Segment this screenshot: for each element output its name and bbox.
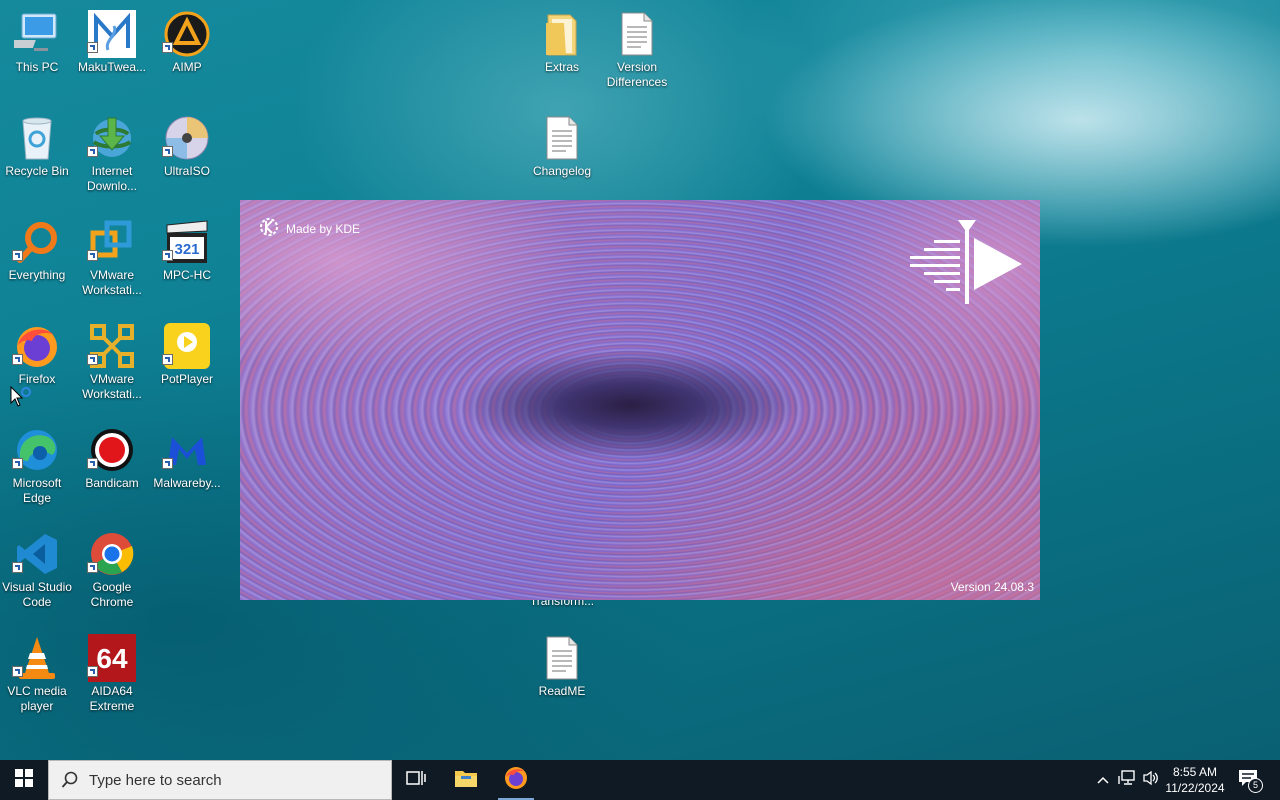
icon-label: Internet Downlo... xyxy=(86,164,138,193)
taskbar: Type here to search 8:55 AM 11/22/2024 5 xyxy=(0,760,1280,800)
text-document-icon xyxy=(538,634,586,682)
shortcut-arrow-icon xyxy=(87,146,98,157)
desktop-icon-edge[interactable]: Microsoft Edge xyxy=(0,418,74,518)
svg-text:64: 64 xyxy=(96,643,128,674)
show-hidden-icons-button[interactable] xyxy=(1092,760,1114,800)
chevron-up-icon xyxy=(1097,771,1109,789)
text-document-icon xyxy=(613,10,661,58)
shortcut-arrow-icon xyxy=(162,146,173,157)
icon-label: Visual Studio Code xyxy=(2,580,72,609)
desktop-icon-vlc[interactable]: VLC media player xyxy=(0,626,74,726)
shortcut-arrow-icon xyxy=(87,42,98,53)
shortcut-arrow-icon xyxy=(162,354,173,365)
shortcut-arrow-icon xyxy=(162,250,173,261)
desktop-icon-changelog[interactable]: Changelog xyxy=(525,106,599,206)
icon-label: UltraISO xyxy=(163,164,210,178)
icon-label: Version Differences xyxy=(606,60,668,89)
icon-label: Changelog xyxy=(532,164,592,178)
desktop-icon-chrome[interactable]: Google Chrome xyxy=(75,522,149,622)
desktop-icon-recycle-bin[interactable]: Recycle Bin xyxy=(0,106,74,206)
desktop-icon-makutweaker[interactable]: MakuTwea... xyxy=(75,2,149,102)
mouse-cursor-icon xyxy=(10,385,32,415)
icon-label: Recycle Bin xyxy=(5,164,69,178)
desktop-icon-vscode[interactable]: Visual Studio Code xyxy=(0,522,74,622)
desktop-icon-vmware-1[interactable]: VMware Workstati... xyxy=(75,210,149,310)
icon-label: AIMP xyxy=(172,60,202,74)
icon-label: VMware Workstati... xyxy=(82,372,142,401)
desktop-icon-vmware-2[interactable]: VMware Workstati... xyxy=(75,314,149,414)
task-view-button[interactable] xyxy=(392,760,440,800)
desktop-icon-mpchc[interactable]: 321 MPC-HC xyxy=(150,210,224,310)
desktop-icon-version-differences[interactable]: Version Differences xyxy=(600,2,674,102)
desktop-icon-readme[interactable]: ReadME xyxy=(525,626,599,726)
desktop-icon-aimp[interactable]: AIMP xyxy=(150,2,224,102)
shortcut-arrow-icon xyxy=(12,458,23,469)
desktop-icon-potplayer[interactable]: PotPlayer xyxy=(150,314,224,414)
windows-logo-icon xyxy=(15,768,33,792)
notification-icon: 5 xyxy=(1238,769,1263,793)
shortcut-arrow-icon xyxy=(87,562,98,573)
file-explorer-button[interactable] xyxy=(442,760,490,800)
shortcut-arrow-icon xyxy=(12,562,23,573)
icon-label: MakuTwea... xyxy=(77,60,147,74)
shortcut-arrow-icon xyxy=(162,458,173,469)
shortcut-arrow-icon xyxy=(87,354,98,365)
desktop-icon-bandicam[interactable]: Bandicam xyxy=(75,418,149,518)
firefox-icon xyxy=(504,766,528,795)
taskbar-clock[interactable]: 8:55 AM 11/22/2024 xyxy=(1158,760,1232,800)
desktop-icon-ultraiso[interactable]: UltraISO xyxy=(150,106,224,206)
network-button[interactable] xyxy=(1116,760,1138,800)
shortcut-arrow-icon xyxy=(12,354,23,365)
folder-icon xyxy=(538,10,586,58)
firefox-taskbar-button[interactable] xyxy=(492,760,540,800)
icon-label: This PC xyxy=(15,60,59,74)
action-center-button[interactable]: 5 xyxy=(1234,760,1264,800)
made-by-kde-badge: Made by KDE xyxy=(258,216,360,241)
desktop-icon-malwarebytes[interactable]: Malwareby... xyxy=(150,418,224,518)
desktop-icon-extras[interactable]: Extras xyxy=(525,2,599,102)
shortcut-arrow-icon xyxy=(12,666,23,677)
svg-text:321: 321 xyxy=(174,241,199,258)
clock-time: 8:55 AM xyxy=(1172,765,1218,779)
start-button[interactable] xyxy=(0,760,48,800)
icon-label: Google Chrome xyxy=(90,580,134,609)
shortcut-arrow-icon xyxy=(12,250,23,261)
shortcut-arrow-icon xyxy=(87,250,98,261)
text-document-icon xyxy=(538,114,586,162)
kdenlive-splash-screen: Made by KDE Version 24.08.3 xyxy=(240,200,1040,600)
shortcut-arrow-icon xyxy=(87,666,98,677)
clock-date: 11/22/2024 xyxy=(1165,781,1225,795)
desktop-icon-this-pc[interactable]: This PC xyxy=(0,2,74,102)
version-label: Version 24.08.3 xyxy=(950,580,1034,594)
icon-label: Firefox xyxy=(18,372,56,386)
icon-label: PotPlayer xyxy=(160,372,214,386)
recycle-bin-icon xyxy=(13,114,61,162)
made-by-kde-text: Made by KDE xyxy=(286,221,361,236)
taskbar-search-box[interactable]: Type here to search xyxy=(48,760,392,800)
desktop-icon-everything[interactable]: Everything xyxy=(0,210,74,310)
icon-label: Microsoft Edge xyxy=(12,476,62,505)
icon-label: Malwareby... xyxy=(153,476,221,490)
icon-label: MPC-HC xyxy=(163,268,211,282)
shortcut-arrow-icon xyxy=(87,458,98,469)
icon-label: Extras xyxy=(544,60,579,74)
search-icon xyxy=(61,771,79,789)
folder-icon xyxy=(454,768,478,793)
icon-label: AIDA64 Extreme xyxy=(89,684,135,713)
task-view-icon xyxy=(406,769,426,792)
shortcut-arrow-icon xyxy=(162,42,173,53)
computer-icon xyxy=(13,10,61,58)
network-icon xyxy=(1118,769,1136,791)
icon-label: ReadME xyxy=(538,684,586,698)
icon-label: VMware Workstati... xyxy=(82,268,142,297)
desktop-icon-aida64[interactable]: 64 AIDA64 Extreme xyxy=(75,626,149,726)
icon-label: VLC media player xyxy=(7,684,67,713)
search-placeholder: Type here to search xyxy=(89,771,222,789)
notification-count-badge: 5 xyxy=(1248,778,1263,793)
kde-logo-icon xyxy=(258,216,280,241)
icon-label: Bandicam xyxy=(85,476,139,490)
icon-label: Everything xyxy=(8,268,66,282)
kdenlive-logo-icon xyxy=(906,218,1026,308)
desktop-icon-idm[interactable]: Internet Downlo... xyxy=(75,106,149,206)
